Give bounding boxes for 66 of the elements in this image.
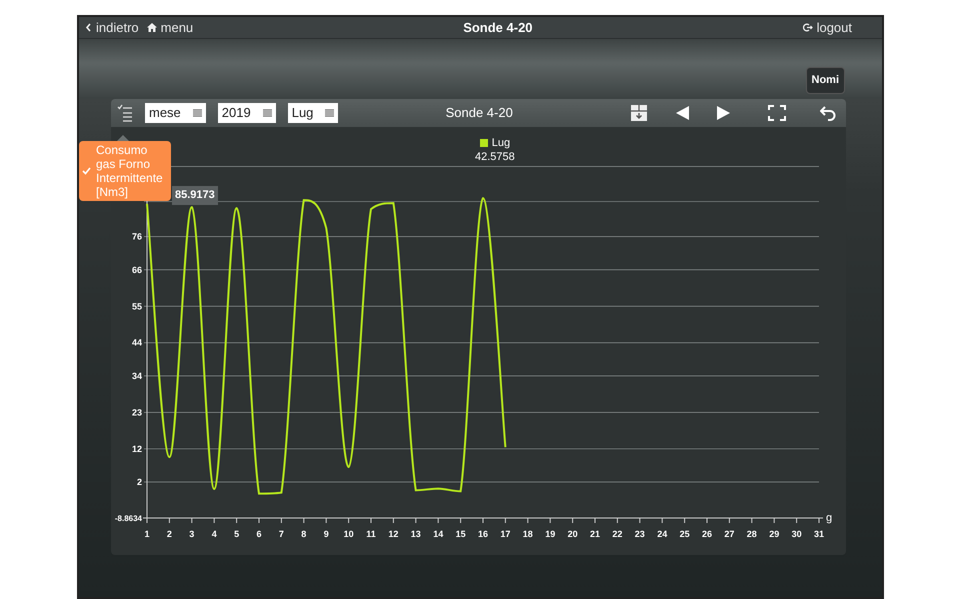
- x-axis-label: 3: [189, 529, 194, 539]
- x-axis-label: 8: [301, 529, 306, 539]
- back-link[interactable]: indietro: [85, 18, 139, 38]
- legend-value: 42.5758: [475, 150, 515, 164]
- y-axis-label: 23: [132, 407, 142, 418]
- value-tooltip: 85.9173: [172, 186, 218, 204]
- x-axis-label: 13: [410, 529, 421, 539]
- x-axis-title: g: [826, 512, 832, 524]
- y-axis-label: -8.8634: [114, 514, 142, 523]
- previous-icon[interactable]: [676, 106, 690, 120]
- undo-icon[interactable]: [820, 105, 836, 121]
- fullscreen-icon[interactable]: [768, 105, 786, 121]
- chart-title: Sonde 4-20: [446, 105, 513, 120]
- chevron-left-icon: [85, 23, 92, 32]
- legend-label: Lug: [492, 136, 510, 150]
- dropdown-field[interactable]: mese: [145, 103, 206, 123]
- x-axis-label: 10: [344, 529, 354, 539]
- home-icon: [146, 23, 157, 32]
- dropdown-field[interactable]: 2019: [218, 103, 276, 123]
- y-axis-label: 66: [132, 264, 142, 275]
- x-axis-label: 18: [522, 529, 533, 539]
- x-axis-label: 27: [724, 529, 734, 539]
- menu-pointer: [117, 135, 129, 141]
- x-axis-label: 31: [814, 529, 824, 539]
- page-title: Sonde 4-20: [463, 20, 533, 35]
- x-axis-label: 9: [324, 529, 329, 539]
- menu-link[interactable]: menu: [146, 18, 194, 38]
- x-axis-label: 4: [212, 529, 217, 539]
- names-button[interactable]: Nomi: [806, 67, 845, 94]
- x-axis-label: 19: [545, 529, 556, 539]
- x-axis-label: 29: [769, 529, 780, 539]
- logout-icon: [802, 23, 813, 32]
- y-axis-label: 76: [132, 232, 142, 242]
- download-icon[interactable]: [630, 104, 648, 122]
- y-axis-label: 2: [136, 476, 142, 487]
- logout-link[interactable]: logout: [802, 18, 852, 38]
- x-axis-label: 30: [792, 529, 802, 539]
- list-icon: [192, 109, 202, 117]
- x-axis-label: 26: [702, 529, 712, 539]
- x-axis-label: 2: [166, 529, 172, 539]
- x-axis-label: 12: [388, 529, 398, 539]
- x-axis-label: 20: [568, 529, 578, 539]
- x-axis-label: 21: [590, 529, 600, 539]
- x-axis-label: 16: [478, 529, 488, 539]
- list-icon: [262, 109, 272, 117]
- x-axis-label: 24: [657, 529, 668, 539]
- x-axis-label: 22: [612, 529, 622, 539]
- list-icon: [325, 109, 334, 117]
- x-axis-label: 7: [278, 529, 284, 539]
- y-axis-label: 44: [132, 338, 142, 348]
- x-axis-label: 17: [500, 529, 510, 539]
- series-menu-icon[interactable]: [117, 104, 133, 122]
- x-axis-label: 1: [144, 529, 150, 539]
- x-axis-label: 6: [256, 529, 262, 539]
- x-axis-label: 15: [456, 529, 466, 539]
- y-axis-label: 12: [132, 444, 142, 454]
- x-axis-label: 25: [680, 529, 690, 539]
- x-axis-label: 23: [634, 529, 645, 539]
- next-icon[interactable]: [716, 106, 730, 120]
- x-axis-label: 5: [234, 529, 240, 539]
- x-axis-label: 14: [433, 529, 444, 539]
- y-axis-label: 55: [132, 301, 142, 312]
- x-axis-label: 28: [746, 529, 757, 539]
- dropdown-field[interactable]: Lug: [288, 103, 338, 123]
- x-axis-label: 11: [366, 529, 376, 539]
- y-axis-label: 34: [132, 370, 142, 381]
